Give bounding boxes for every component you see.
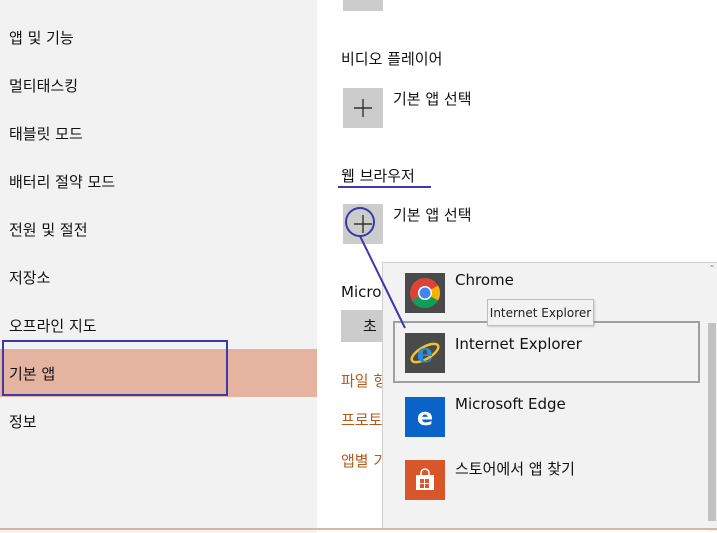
sidebar-item-label: 전원 및 절전 (9, 220, 88, 239)
svg-text:e: e (417, 339, 434, 369)
flyout-item-microsoft-edge[interactable]: e Microsoft Edge (383, 387, 708, 449)
sidebar-item-label: 오프라인 지도 (9, 316, 97, 335)
tooltip: Internet Explorer (487, 299, 594, 326)
flyout-item-label: Internet Explorer (455, 335, 582, 353)
flyout-item-internet-explorer[interactable]: e Internet Explorer (393, 321, 700, 383)
sidebar-item-label: 저장소 (9, 268, 51, 287)
sidebar-item-offline-maps[interactable]: 오프라인 지도 (0, 301, 317, 349)
plus-icon (354, 99, 372, 117)
scroll-up-arrow-icon[interactable]: ⌃ (707, 263, 717, 275)
sidebar-item-label: 태블릿 모드 (9, 124, 83, 143)
annotation-circle (345, 207, 375, 237)
sidebar-item-default-apps[interactable]: 기본 앱 (0, 349, 317, 397)
sidebar-item-label: 기본 앱 (9, 364, 56, 383)
store-icon (405, 460, 445, 500)
sidebar-item-battery-saver[interactable]: 배터리 절약 모드 (0, 157, 317, 205)
window-bottom-border (0, 528, 717, 530)
sidebar-item-label: 배터리 절약 모드 (9, 172, 116, 191)
flyout-item-label: Microsoft Edge (455, 395, 566, 413)
settings-sidebar: 앱 및 기능 멀티태스킹 태블릿 모드 배터리 절약 모드 전원 및 절전 저장… (0, 0, 317, 533)
edge-icon: e (405, 397, 445, 437)
link-per-app[interactable]: 앱별 기 (341, 450, 387, 471)
sidebar-item-about[interactable]: 정보 (0, 397, 317, 445)
flyout-item-label: Chrome (455, 271, 514, 289)
scrollbar-thumb[interactable] (708, 323, 716, 521)
flyout-item-store[interactable]: 스토어에서 앱 찾기 (383, 450, 708, 512)
chrome-icon (405, 273, 445, 313)
sidebar-item-label: 정보 (9, 412, 37, 431)
microsoft-recommended-text: Micro (341, 283, 382, 301)
internet-explorer-icon: e (405, 333, 445, 373)
previous-app-button[interactable] (343, 0, 383, 11)
reset-button[interactable]: 초 (341, 310, 382, 342)
sidebar-item-label: 앱 및 기능 (9, 28, 74, 47)
flyout-item-label: 스토어에서 앱 찾기 (455, 460, 575, 478)
sidebar-item-apps-features[interactable]: 앱 및 기능 (0, 13, 317, 61)
sidebar-item-label: 멀티태스킹 (9, 76, 79, 95)
link-protocol[interactable]: 프로토 (341, 409, 382, 430)
sidebar-item-tablet-mode[interactable]: 태블릿 모드 (0, 109, 317, 157)
sidebar-item-power-sleep[interactable]: 전원 및 절전 (0, 205, 317, 253)
flyout-scrollbar[interactable]: ⌃ (707, 263, 717, 531)
annotation-underline (338, 186, 431, 188)
web-browser-choose-label: 기본 앱 선택 (393, 206, 472, 224)
sidebar-item-storage[interactable]: 저장소 (0, 253, 317, 301)
video-player-title: 비디오 플레이어 (341, 50, 443, 68)
sidebar-item-multitasking[interactable]: 멀티태스킹 (0, 61, 317, 109)
svg-text:e: e (417, 403, 433, 431)
video-player-choose-label: 기본 앱 선택 (393, 90, 472, 108)
link-file-type[interactable]: 파일 형 (341, 370, 387, 391)
video-player-choose-button[interactable] (343, 88, 383, 128)
web-browser-title: 웹 브라우저 (341, 167, 415, 185)
